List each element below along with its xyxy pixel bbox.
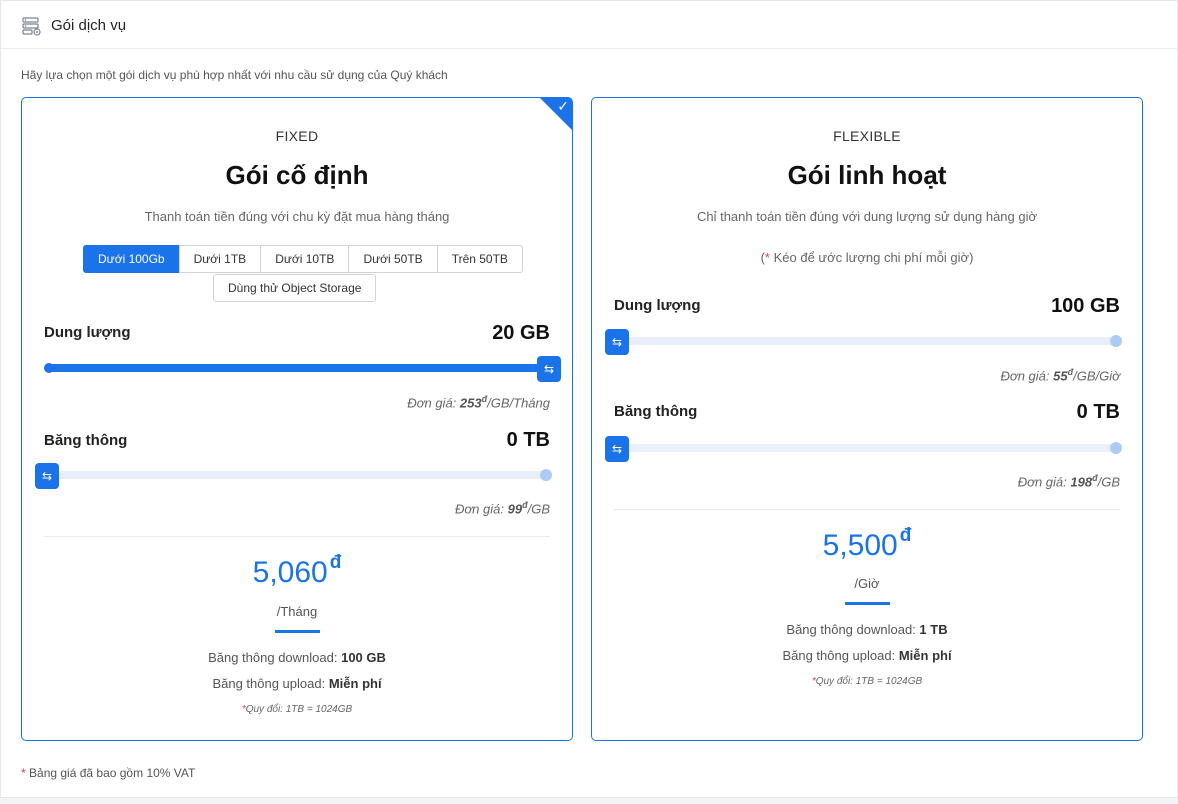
tier-over-50tb[interactable]: Trên 50TB <box>436 245 523 273</box>
slider-track <box>616 444 1120 452</box>
storage-unit-price: Đơn giá: 55đ/GB/Giờ <box>1000 367 1120 383</box>
drag-note: (* Kéo để ước lượng chi phí mỗi giờ) <box>760 250 974 265</box>
plan-type: FLEXIBLE <box>833 128 901 144</box>
bandwidth-unit-price: Đơn giá: 99đ/GB <box>455 500 550 516</box>
total-price: 5,060 đ <box>22 552 572 590</box>
conversion-note: *Quy đổi: 1TB = 1024GB <box>241 704 353 715</box>
intro-text: Hãy lựa chọn một gói dịch vụ phù hợp nhấ… <box>21 68 448 82</box>
plan-name: Gói linh hoạt <box>787 160 947 190</box>
vat-note-text: Bảng giá đã bao gồm 10% VAT <box>29 766 196 780</box>
bandwidth-label: Băng thông <box>44 432 128 449</box>
divider <box>614 509 1120 510</box>
price-underline <box>845 602 890 605</box>
price-amount: 5,060 <box>252 556 328 589</box>
storage-label: Dung lượng <box>44 324 131 341</box>
price-amount: 5,500 <box>822 529 898 562</box>
plan-name: Gói cố định <box>225 160 369 190</box>
bandwidth-label: Băng thông <box>614 403 698 420</box>
slider-end-dot <box>1110 442 1122 454</box>
tier-selector: Dưới 100Gb Dưới 1TB Dưới 10TB Dưới 50TB … <box>83 245 523 273</box>
upload-label: Băng thông upload: <box>782 648 896 663</box>
storage-label: Dung lượng <box>614 297 701 314</box>
slider-handle-icon[interactable]: ⇆ <box>537 356 561 382</box>
bandwidth-slider[interactable]: ⇆ <box>35 463 552 489</box>
conversion-text: Quy đổi: 1TB = 1024GB <box>245 704 353 715</box>
conversion-text: Quy đổi: 1TB = 1024GB <box>815 676 923 687</box>
panel-header: Gói dịch vụ <box>1 1 1177 49</box>
unit-price-label: Đơn giá: <box>1017 474 1067 490</box>
unit-price-value: 55 <box>1053 368 1068 384</box>
server-settings-icon <box>22 17 41 36</box>
price-period: /Tháng <box>276 604 318 619</box>
unit-price-label: Đơn giá: <box>1000 368 1050 384</box>
fixed-plan-card[interactable]: ✓ FIXED Gói cố định Thanh toán tiền đúng… <box>21 97 573 741</box>
unit-price-unit: /GB/Giờ <box>1073 368 1120 384</box>
storage-value: 20 GB <box>492 322 550 344</box>
unit-price-value: 99 <box>507 501 523 517</box>
flexible-plan-card[interactable]: FLEXIBLE Gói linh hoạt Chỉ thanh toán ti… <box>591 97 1143 741</box>
download-label: Băng thông download: <box>786 622 916 637</box>
download-label: Băng thông download: <box>208 650 338 665</box>
slider-track <box>46 471 550 479</box>
unit-price-unit: /GB <box>1097 474 1120 490</box>
slider-handle-icon[interactable]: ⇆ <box>605 329 629 355</box>
unit-price-unit: /GB <box>527 501 550 517</box>
vat-note: * Bảng giá đã bao gồm 10% VAT <box>21 766 196 780</box>
price-period: /Giờ <box>854 576 880 591</box>
slider-start-dot <box>44 363 54 373</box>
bandwidth-value: 0 TB <box>506 429 550 451</box>
upload-info: Băng thông upload: Miễn phí <box>592 648 1142 663</box>
upload-value: Miễn phí <box>898 648 952 663</box>
upload-label: Băng thông upload: <box>212 676 326 691</box>
unit-price-label: Đơn giá: <box>454 501 504 517</box>
plan-description: Chỉ thanh toán tiền đúng với dung lượng … <box>696 209 1038 224</box>
storage-slider[interactable]: ⇆ <box>44 356 561 382</box>
unit-price-label: Đơn giá: <box>407 395 457 411</box>
service-plans-panel: Gói dịch vụ Hãy lựa chọn một gói dịch vụ… <box>0 0 1178 798</box>
download-value: 1 TB <box>919 622 948 637</box>
tier-under-1tb[interactable]: Dưới 1TB <box>178 245 262 273</box>
upload-value: Miễn phí <box>328 676 382 691</box>
upload-info: Băng thông upload: Miễn phí <box>22 676 572 691</box>
slider-track <box>616 337 1120 345</box>
plan-type: FIXED <box>275 128 319 144</box>
unit-price-value: 253 <box>459 395 482 411</box>
price-currency: đ <box>899 525 912 546</box>
bandwidth-value: 0 TB <box>1076 401 1120 423</box>
conversion-note: *Quy đổi: 1TB = 1024GB <box>811 676 923 687</box>
slider-fill <box>46 364 551 372</box>
download-info: Băng thông download: 100 GB <box>22 650 572 665</box>
storage-value: 100 GB <box>1051 295 1120 317</box>
tier-under-10tb[interactable]: Dưới 10TB <box>260 245 350 273</box>
page-title: Gói dịch vụ <box>51 17 127 34</box>
bandwidth-unit-price: Đơn giá: 198đ/GB <box>1018 473 1120 489</box>
slider-end-dot <box>1110 335 1122 347</box>
unit-price-value: 198 <box>1070 474 1093 490</box>
tier-under-50tb[interactable]: Dưới 50TB <box>348 245 438 273</box>
storage-slider[interactable]: ⇆ <box>605 329 1122 355</box>
tier-under-100gb[interactable]: Dưới 100Gb <box>83 245 180 273</box>
drag-note-text: Kéo để ước lượng chi phí mỗi giờ) <box>773 250 974 265</box>
unit-price-unit: /GB/Tháng <box>487 395 550 411</box>
price-currency: đ <box>329 552 342 573</box>
slider-handle-icon[interactable]: ⇆ <box>35 463 59 489</box>
plan-description: Thanh toán tiền đúng với chu kỳ đặt mua … <box>144 209 450 224</box>
divider <box>44 536 550 537</box>
slider-handle-icon[interactable]: ⇆ <box>605 436 629 462</box>
download-value: 100 GB <box>341 650 386 665</box>
download-info: Băng thông download: 1 TB <box>592 622 1142 637</box>
price-underline <box>275 630 320 633</box>
total-price: 5,500 đ <box>592 525 1142 563</box>
trial-button[interactable]: Dùng thử Object Storage <box>213 274 377 302</box>
storage-unit-price: Đơn giá: 253đ/GB/Tháng <box>407 394 550 410</box>
bandwidth-slider[interactable]: ⇆ <box>605 436 1122 462</box>
check-icon: ✓ <box>557 99 569 115</box>
slider-end-dot <box>540 469 552 481</box>
